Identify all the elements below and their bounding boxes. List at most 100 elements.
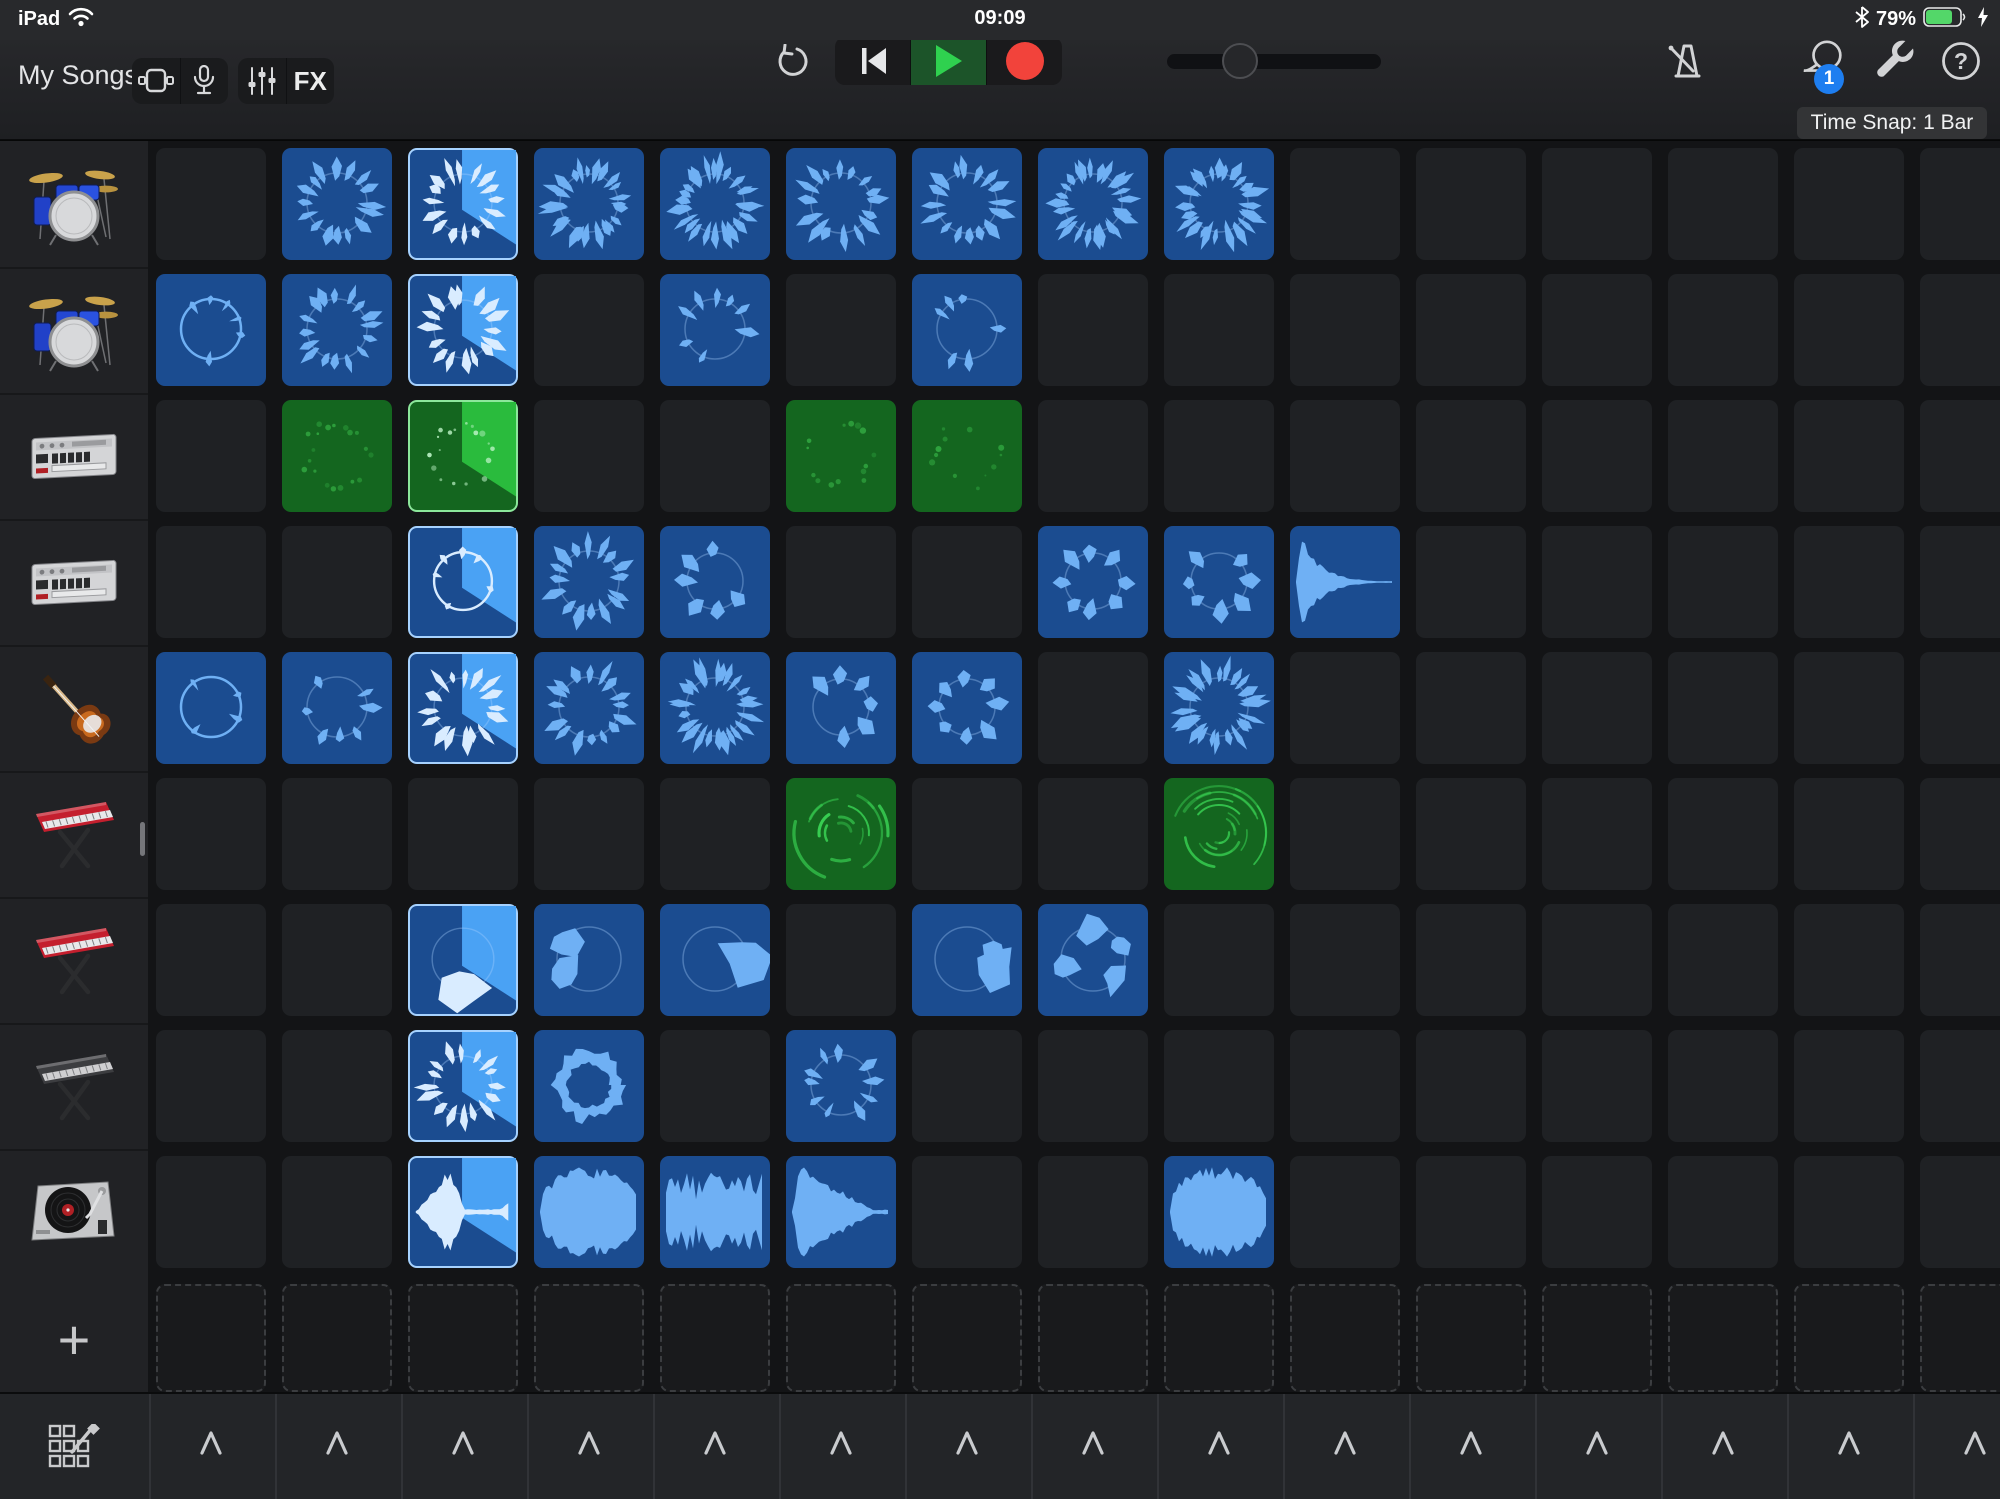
empty-cell[interactable] xyxy=(1794,526,1904,638)
loop-cell[interactable] xyxy=(786,778,896,890)
loop-cell[interactable] xyxy=(660,148,770,260)
empty-cell[interactable] xyxy=(1038,274,1148,386)
track-icon-turntable[interactable] xyxy=(0,1150,148,1274)
empty-cell[interactable] xyxy=(1920,1156,2000,1268)
chevron-up-icon[interactable] xyxy=(693,1420,737,1464)
empty-cell[interactable] xyxy=(1794,148,1904,260)
empty-cell[interactable] xyxy=(1542,526,1652,638)
loop-cell[interactable] xyxy=(786,400,896,512)
microphone-icon[interactable] xyxy=(180,58,229,104)
empty-cell[interactable] xyxy=(1542,148,1652,260)
loop-cell[interactable] xyxy=(408,526,518,638)
grid-edit-icon[interactable] xyxy=(0,1394,148,1499)
empty-cell[interactable] xyxy=(1794,274,1904,386)
empty-cell[interactable] xyxy=(1542,274,1652,386)
loop-cell[interactable] xyxy=(408,148,518,260)
empty-cell[interactable] xyxy=(1038,400,1148,512)
empty-cell[interactable] xyxy=(786,526,896,638)
empty-cell[interactable] xyxy=(1542,400,1652,512)
loop-cell[interactable] xyxy=(660,652,770,764)
empty-cell[interactable] xyxy=(1038,778,1148,890)
live-loops-grid-icon[interactable] xyxy=(132,58,180,104)
empty-cell[interactable] xyxy=(1416,778,1526,890)
empty-cell[interactable] xyxy=(1668,526,1778,638)
empty-new-row-cell[interactable] xyxy=(1920,1284,2000,1392)
empty-cell[interactable] xyxy=(1290,148,1400,260)
level-faders-icon[interactable] xyxy=(238,58,286,104)
help-icon[interactable]: ? xyxy=(1938,38,1984,84)
empty-cell[interactable] xyxy=(1416,526,1526,638)
loop-cell[interactable] xyxy=(786,1030,896,1142)
empty-new-row-cell[interactable] xyxy=(534,1284,644,1392)
empty-new-row-cell[interactable] xyxy=(1416,1284,1526,1392)
empty-cell[interactable] xyxy=(282,778,392,890)
empty-cell[interactable] xyxy=(156,148,266,260)
empty-cell[interactable] xyxy=(660,1030,770,1142)
empty-cell[interactable] xyxy=(1164,400,1274,512)
loop-cell[interactable] xyxy=(408,1156,518,1268)
loop-cell[interactable] xyxy=(534,652,644,764)
loop-cell[interactable] xyxy=(1164,1156,1274,1268)
loop-cell[interactable] xyxy=(534,148,644,260)
empty-cell[interactable] xyxy=(912,1156,1022,1268)
chevron-up-icon[interactable] xyxy=(1197,1420,1241,1464)
track-icon-keyboard-black[interactable] xyxy=(0,1024,148,1148)
empty-cell[interactable] xyxy=(660,778,770,890)
empty-new-row-cell[interactable] xyxy=(156,1284,266,1392)
loop-cell[interactable] xyxy=(786,1156,896,1268)
loop-cell[interactable] xyxy=(1290,526,1400,638)
empty-new-row-cell[interactable] xyxy=(1794,1284,1904,1392)
empty-cell[interactable] xyxy=(1794,1030,1904,1142)
empty-cell[interactable] xyxy=(282,526,392,638)
song-position-slider[interactable] xyxy=(1167,54,1381,69)
empty-cell[interactable] xyxy=(1668,274,1778,386)
empty-cell[interactable] xyxy=(1920,904,2000,1016)
loop-cell[interactable] xyxy=(282,148,392,260)
empty-cell[interactable] xyxy=(1920,652,2000,764)
track-icon-keyboard-red[interactable] xyxy=(0,772,148,896)
empty-cell[interactable] xyxy=(156,526,266,638)
track-icon-drum-kit[interactable] xyxy=(0,142,148,266)
empty-cell[interactable] xyxy=(156,400,266,512)
metronome-icon[interactable] xyxy=(1663,38,1709,84)
empty-cell[interactable] xyxy=(1920,148,2000,260)
empty-cell[interactable] xyxy=(660,400,770,512)
empty-cell[interactable] xyxy=(1290,778,1400,890)
empty-cell[interactable] xyxy=(1920,400,2000,512)
loop-cell[interactable] xyxy=(912,148,1022,260)
loop-cell[interactable] xyxy=(1164,148,1274,260)
empty-cell[interactable] xyxy=(1794,904,1904,1016)
sidebar-scroll-indicator[interactable] xyxy=(140,822,145,856)
empty-cell[interactable] xyxy=(786,904,896,1016)
empty-cell[interactable] xyxy=(534,400,644,512)
empty-cell[interactable] xyxy=(1542,1156,1652,1268)
empty-cell[interactable] xyxy=(1794,778,1904,890)
chevron-up-icon[interactable] xyxy=(819,1420,863,1464)
loop-cell[interactable] xyxy=(1038,526,1148,638)
empty-cell[interactable] xyxy=(282,1030,392,1142)
empty-cell[interactable] xyxy=(282,1156,392,1268)
loop-cell[interactable] xyxy=(534,526,644,638)
empty-cell[interactable] xyxy=(1920,274,2000,386)
track-icon-drum-machine[interactable] xyxy=(0,394,148,518)
loop-cell[interactable] xyxy=(156,274,266,386)
track-icon-electric-guitar[interactable] xyxy=(0,646,148,770)
loop-cell[interactable] xyxy=(660,526,770,638)
loop-cell[interactable] xyxy=(912,274,1022,386)
empty-cell[interactable] xyxy=(1416,1156,1526,1268)
empty-new-row-cell[interactable] xyxy=(1542,1284,1652,1392)
slider-knob[interactable] xyxy=(1222,43,1258,79)
chevron-up-icon[interactable] xyxy=(1953,1420,1997,1464)
loop-cell[interactable] xyxy=(660,274,770,386)
loop-cell[interactable] xyxy=(156,652,266,764)
empty-cell[interactable] xyxy=(1416,148,1526,260)
empty-cell[interactable] xyxy=(1920,1030,2000,1142)
empty-cell[interactable] xyxy=(1668,652,1778,764)
chevron-up-icon[interactable] xyxy=(945,1420,989,1464)
loop-cell[interactable] xyxy=(1164,652,1274,764)
empty-new-row-cell[interactable] xyxy=(1164,1284,1274,1392)
chevron-up-icon[interactable] xyxy=(1323,1420,1367,1464)
empty-cell[interactable] xyxy=(1542,778,1652,890)
empty-cell[interactable] xyxy=(1164,1030,1274,1142)
loop-cell[interactable] xyxy=(912,400,1022,512)
